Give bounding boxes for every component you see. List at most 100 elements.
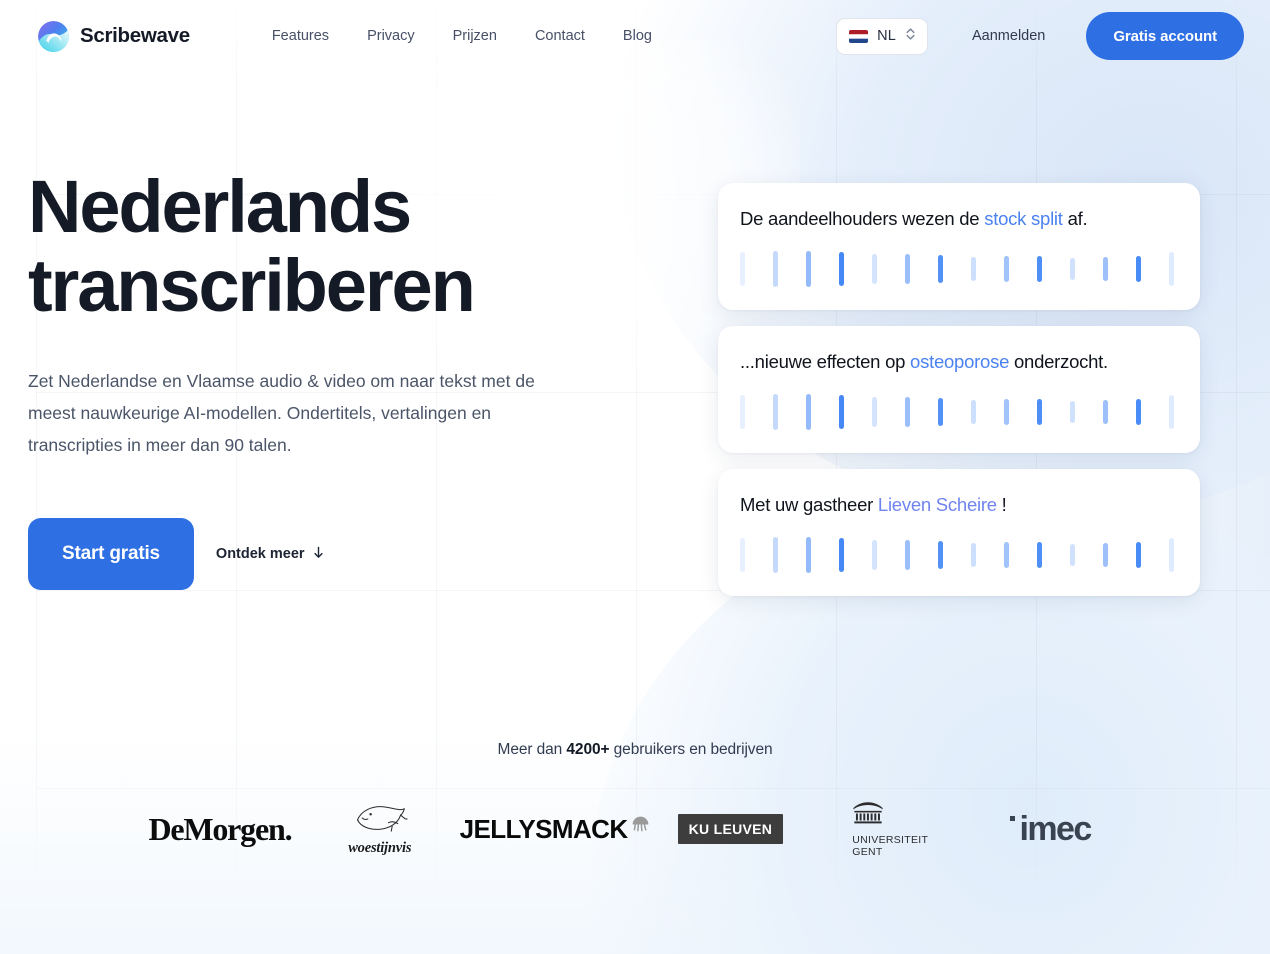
waveform-bar: [1037, 399, 1042, 425]
waveform-bar: [1037, 256, 1042, 282]
hero-section: Nederlands transcriberen Zet Nederlandse…: [0, 72, 1270, 596]
waveform-bar: [905, 397, 910, 427]
waveform-bar: [872, 397, 877, 427]
transcript-highlight: osteoporose: [910, 351, 1010, 372]
woestijnvis-wordmark: woestijnvis: [348, 839, 412, 856]
waveform-bar: [1169, 252, 1174, 286]
waveform-bar: [905, 540, 910, 570]
waveform-bar: [1103, 400, 1108, 424]
transcript-card-list: De aandeelhouders wezen de stock split a…: [718, 183, 1200, 596]
waveform-bar: [1136, 399, 1141, 425]
ugent-wordmark: UNIVERSITEIT GENT: [852, 833, 929, 858]
client-logo-ugent: UNIVERSITEIT GENT: [810, 801, 970, 858]
client-logo-row: DeMorgen. woestijnvis JELLYSMACK KU LEUV…: [0, 801, 1270, 858]
hero-actions: Start gratis Ontdek meer: [28, 518, 718, 590]
language-code: NL: [877, 28, 896, 44]
nav-item-blog[interactable]: Blog: [604, 20, 671, 52]
hero-subtitle: Zet Nederlandse en Vlaamse audio & video…: [28, 371, 535, 455]
waveform-bar: [971, 257, 976, 281]
transcript-text-pre: ...nieuwe effecten op: [740, 351, 911, 372]
nav-item-features[interactable]: Features: [253, 20, 348, 52]
waveform-bar: [740, 538, 745, 572]
waveform-bar: [971, 543, 976, 567]
waveform-bar: [839, 395, 844, 429]
waveform-bar: [1070, 258, 1075, 280]
social-proof-section: Meer dan 4200+ gebruikers en bedrijven D…: [0, 741, 1270, 858]
transcript-text: Met uw gastheer Lieven Scheire !: [740, 492, 1178, 517]
client-logo-jellysmack: JELLYSMACK: [460, 801, 651, 857]
waveform-bar: [1037, 542, 1042, 568]
waveform-bar: [1004, 542, 1009, 568]
social-proof-text: Meer dan 4200+ gebruikers en bedrijven: [0, 741, 1270, 759]
waveform-bar: [839, 252, 844, 286]
waveform-bar: [1070, 401, 1075, 423]
free-account-button[interactable]: Gratis account: [1086, 12, 1244, 60]
client-logo-demorgen: DeMorgen.: [140, 801, 300, 857]
transcript-text-pre: Met uw gastheer: [740, 494, 878, 515]
waveform-bar: [938, 255, 943, 283]
nav-item-contact[interactable]: Contact: [516, 20, 604, 52]
main-nav: Features Privacy Prijzen Contact Blog: [253, 20, 671, 52]
waveform-bar: [1070, 544, 1075, 566]
transcript-text-post: !: [996, 494, 1007, 515]
discover-more-label: Ontdek meer: [215, 546, 305, 562]
university-building-icon: [852, 801, 884, 831]
discover-more-link[interactable]: Ontdek meer: [216, 545, 325, 564]
waveform-bar: [740, 252, 745, 286]
brand-name: Scribewave: [80, 24, 190, 47]
transcript-highlight: Lieven Scheire: [877, 494, 997, 515]
site-header: Scribewave Features Privacy Prijzen Cont…: [0, 0, 1270, 72]
page-title: Nederlands transcriberen: [28, 165, 476, 327]
arrow-down-icon: [312, 545, 325, 564]
brand-logo-link[interactable]: Scribewave: [38, 20, 190, 52]
waveform-bar: [872, 254, 877, 284]
nav-item-prijzen[interactable]: Prijzen: [434, 20, 516, 52]
transcript-card: ...nieuwe effecten op osteoporose onderz…: [718, 326, 1200, 453]
social-proof-count: 4200+: [566, 741, 610, 758]
transcript-text: ...nieuwe effecten op osteoporose onderz…: [740, 349, 1178, 374]
transcript-text-post: onderzocht.: [1009, 351, 1108, 372]
imec-square-icon: [1009, 816, 1015, 821]
kuleuven-wordmark: KU LEUVEN: [677, 814, 784, 844]
transcript-card: De aandeelhouders wezen de stock split a…: [718, 183, 1200, 310]
waveform-bar: [938, 541, 943, 569]
audio-waveform[interactable]: [740, 536, 1178, 574]
audio-waveform[interactable]: [740, 393, 1178, 431]
waveform-bar: [938, 398, 943, 426]
language-selector[interactable]: NL: [836, 17, 928, 55]
chevron-up-down-icon: [905, 26, 916, 47]
client-logo-woestijnvis: woestijnvis: [300, 801, 460, 857]
header-right-group: NL Aanmelden Gratis account: [836, 12, 1244, 60]
waveform-bar: [773, 394, 778, 430]
start-free-button[interactable]: Start gratis: [28, 518, 194, 590]
transcript-card: Met uw gastheer Lieven Scheire !: [718, 469, 1200, 596]
woestijnvis-fish-icon: [351, 802, 409, 839]
signin-link[interactable]: Aanmelden: [956, 18, 1061, 54]
social-proof-suffix: gebruikers en bedrijven: [609, 741, 773, 758]
waveform-bar: [1136, 256, 1141, 282]
audio-waveform[interactable]: [740, 250, 1178, 288]
jellyfish-icon: [630, 814, 651, 840]
waveform-bar: [1103, 257, 1108, 281]
hero-copy: Nederlands transcriberen Zet Nederlandse…: [28, 72, 718, 596]
client-logo-kuleuven: KU LEUVEN: [651, 801, 811, 857]
nav-item-privacy[interactable]: Privacy: [348, 20, 434, 52]
hero-visual: De aandeelhouders wezen de stock split a…: [718, 72, 1234, 596]
waveform-bar: [1103, 543, 1108, 567]
waveform-bar: [839, 538, 844, 572]
transcript-highlight: stock split: [984, 208, 1063, 229]
transcript-text-post: af.: [1062, 208, 1088, 229]
waveform-bar: [806, 251, 811, 287]
imec-wordmark: imec: [1019, 810, 1093, 848]
waveform-bar: [740, 395, 745, 429]
waveform-bar: [806, 394, 811, 430]
transcript-text: De aandeelhouders wezen de stock split a…: [740, 206, 1178, 231]
waveform-bar: [971, 400, 976, 424]
waveform-bar: [1004, 399, 1009, 425]
nl-flag-icon: [849, 29, 869, 43]
waveform-bar: [1004, 256, 1009, 282]
waveform-bar: [806, 537, 811, 573]
scribewave-wave-logo-icon: [38, 20, 69, 52]
waveform-bar: [872, 540, 877, 570]
demorgen-wordmark: DeMorgen.: [148, 810, 292, 847]
